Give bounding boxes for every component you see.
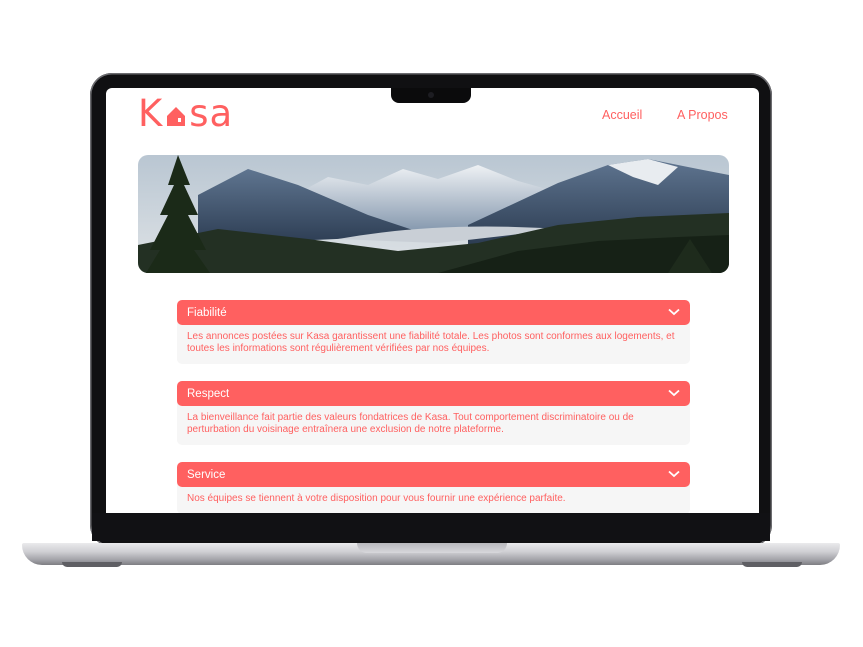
chevron-down-icon[interactable]	[668, 388, 680, 400]
banner-image	[138, 155, 729, 273]
accordion-title: Service	[187, 468, 226, 481]
camera-notch	[391, 88, 471, 103]
accordion-header-service[interactable]: Service	[177, 462, 690, 487]
accordion-header-respect[interactable]: Respect	[177, 381, 690, 406]
accordion-service: Service Nos équipes se tiennent à votre …	[177, 462, 690, 513]
accordion-fiabilite: Fiabilité Les annonces postées sur Kasa …	[177, 300, 690, 364]
accordion-content: Les annonces postées sur Kasa garantisse…	[177, 322, 690, 364]
logo-letter-k: K	[138, 92, 164, 135]
logo-letters-sa: sa	[189, 92, 234, 135]
laptop-screen: K sa Accueil A Propos Fiabilité Les anno…	[106, 88, 759, 513]
laptop-foot-right	[742, 562, 802, 567]
accordion-content: La bienveillance fait partie des valeurs…	[177, 403, 690, 445]
laptop-opening-notch	[357, 543, 507, 553]
accordion-title: Respect	[187, 387, 230, 400]
accordion-content: Nos équipes se tiennent à votre disposit…	[177, 484, 690, 513]
nav-link-about[interactable]: A Propos	[677, 108, 728, 122]
chevron-down-icon[interactable]	[668, 307, 680, 319]
accordion-respect: Respect La bienveillance fait partie des…	[177, 381, 690, 445]
laptop-foot-left	[62, 562, 122, 567]
chevron-down-icon[interactable]	[668, 469, 680, 481]
accordion-title: Fiabilité	[187, 306, 227, 319]
laptop-bottom-bezel	[92, 513, 770, 541]
accordion-header-fiabilite[interactable]: Fiabilité	[177, 300, 690, 325]
nav-link-home[interactable]: Accueil	[602, 108, 642, 122]
camera-icon	[428, 92, 434, 98]
kasa-logo[interactable]: K sa	[138, 94, 233, 134]
house-icon	[164, 94, 188, 134]
